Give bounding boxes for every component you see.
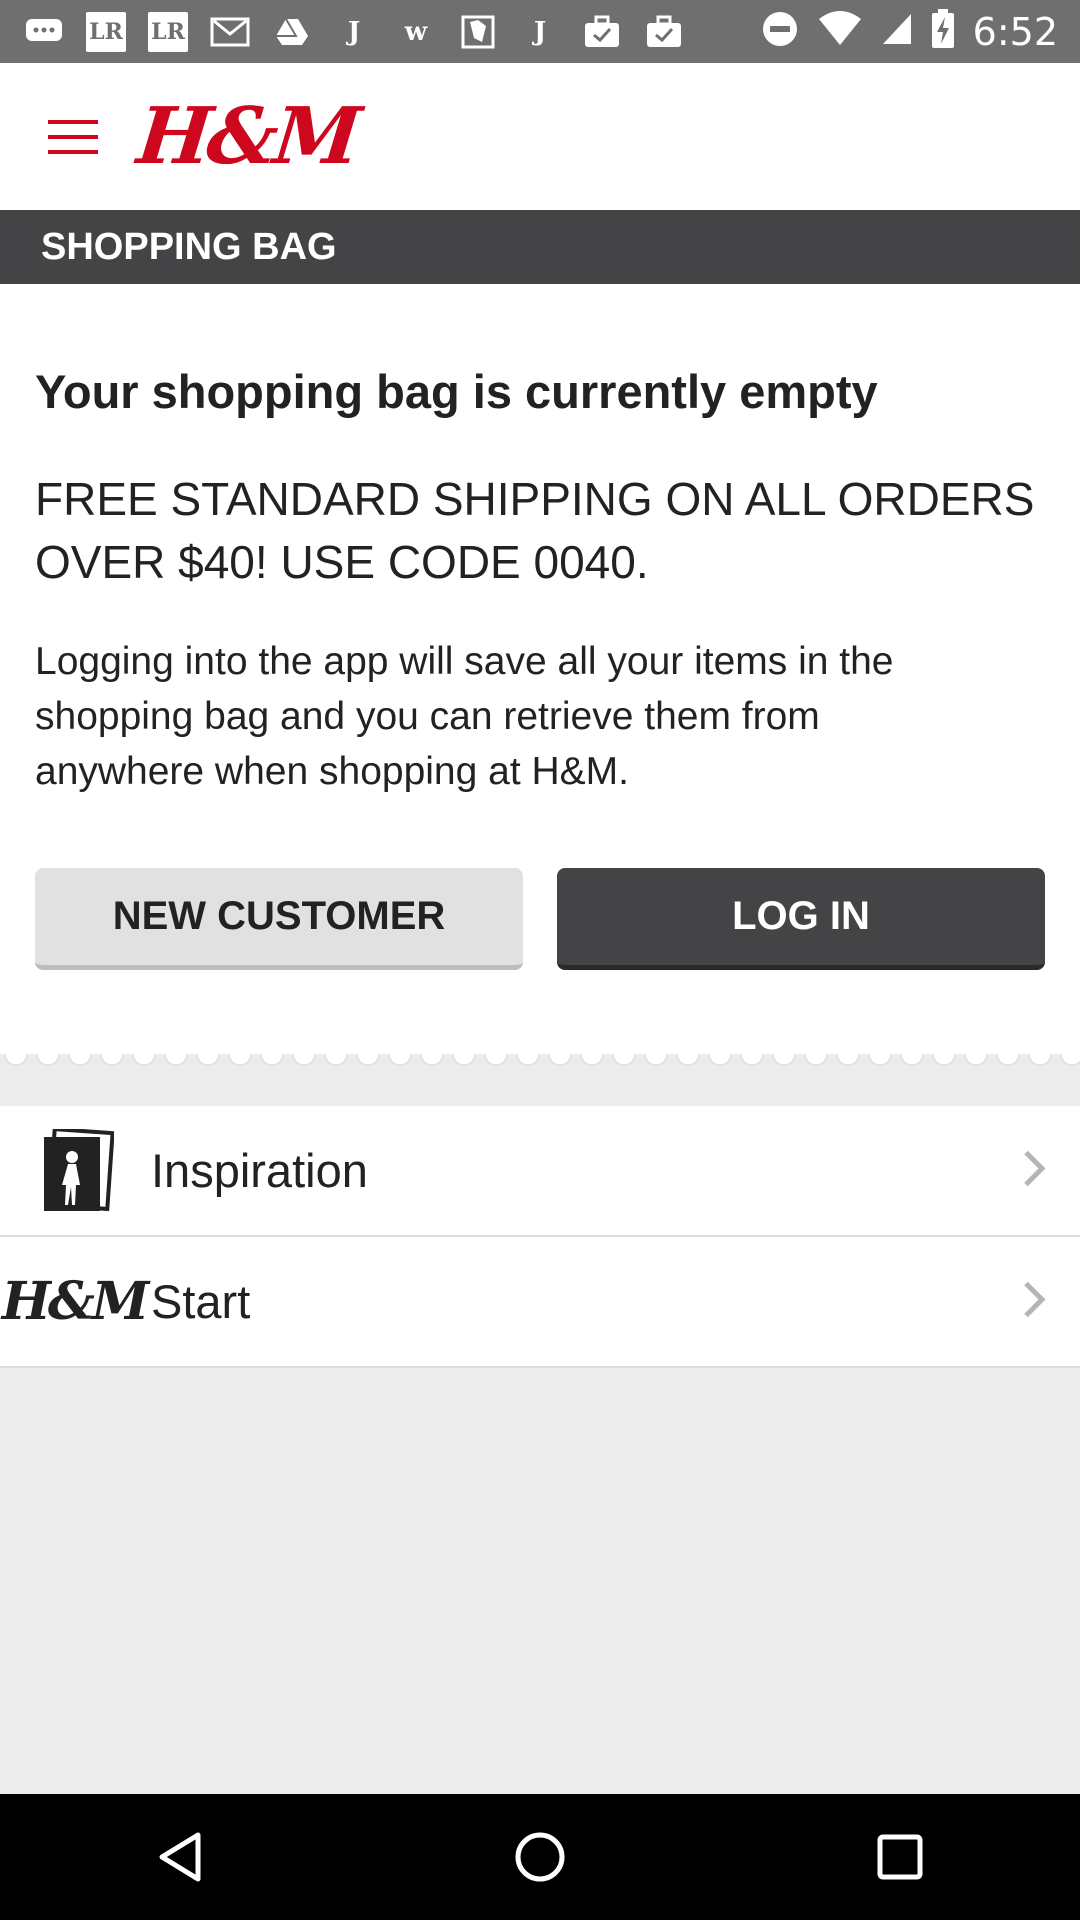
log-in-button[interactable]: LOG IN xyxy=(557,868,1045,970)
briefcase-check-icon xyxy=(644,12,684,52)
notification-icons: LR LR J w J xyxy=(0,11,684,52)
status-bar: LR LR J w J 6:52 xyxy=(0,0,1080,63)
signal-icon xyxy=(881,12,913,51)
new-customer-button[interactable]: NEW CUSTOMER xyxy=(35,868,523,970)
lr-icon: LR xyxy=(148,11,188,52)
hm-logo[interactable]: H&M xyxy=(133,91,361,182)
empty-bag-panel: Your shopping bag is currently empty FRE… xyxy=(0,284,1080,1054)
chat-bubble-icon xyxy=(24,12,64,52)
briefcase-check-icon xyxy=(582,12,622,52)
chevron-right-icon xyxy=(1022,1148,1046,1193)
list-item-inspiration[interactable]: Inspiration xyxy=(0,1106,1080,1237)
j-icon: J xyxy=(533,16,547,47)
menu-icon[interactable] xyxy=(48,119,98,154)
battery-charging-icon xyxy=(931,9,955,54)
list-item-start[interactable]: H&M Start xyxy=(0,1237,1080,1368)
do-not-disturb-icon xyxy=(761,10,799,53)
shipping-promo: FREE STANDARD SHIPPING ON ALL ORDERS OVE… xyxy=(35,473,1035,588)
recents-icon[interactable] xyxy=(840,1797,960,1917)
home-icon[interactable] xyxy=(480,1797,600,1917)
j-icon: J xyxy=(347,16,361,47)
page-title: SHOPPING BAG xyxy=(41,225,337,268)
list-item-label: Start xyxy=(151,1275,251,1328)
hm-logo-icon: H&M xyxy=(1,1271,150,1332)
app-bar: H&M xyxy=(0,63,1080,210)
system-icons: 6:52 xyxy=(761,9,1080,54)
section-header: SHOPPING BAG xyxy=(0,210,1080,284)
clock: 6:52 xyxy=(972,9,1058,54)
list-item-label: Inspiration xyxy=(151,1144,368,1197)
empty-bag-title: Your shopping bag is currently empty xyxy=(35,365,878,418)
scalloped-divider xyxy=(0,1054,1080,1106)
chevron-right-icon xyxy=(1022,1279,1046,1324)
login-info-text: Logging into the app will save all your … xyxy=(35,640,894,793)
lr-icon: LR xyxy=(86,11,126,52)
map-icon xyxy=(458,12,498,52)
system-nav-bar xyxy=(0,1794,1080,1920)
w-icon: w xyxy=(404,16,428,47)
back-icon[interactable] xyxy=(120,1797,240,1917)
navigation-list: Inspiration H&M Start xyxy=(0,1106,1080,1368)
gmail-icon xyxy=(210,12,250,52)
inspiration-icon xyxy=(38,1128,114,1213)
wifi-icon xyxy=(817,11,863,52)
drive-icon xyxy=(272,12,312,52)
